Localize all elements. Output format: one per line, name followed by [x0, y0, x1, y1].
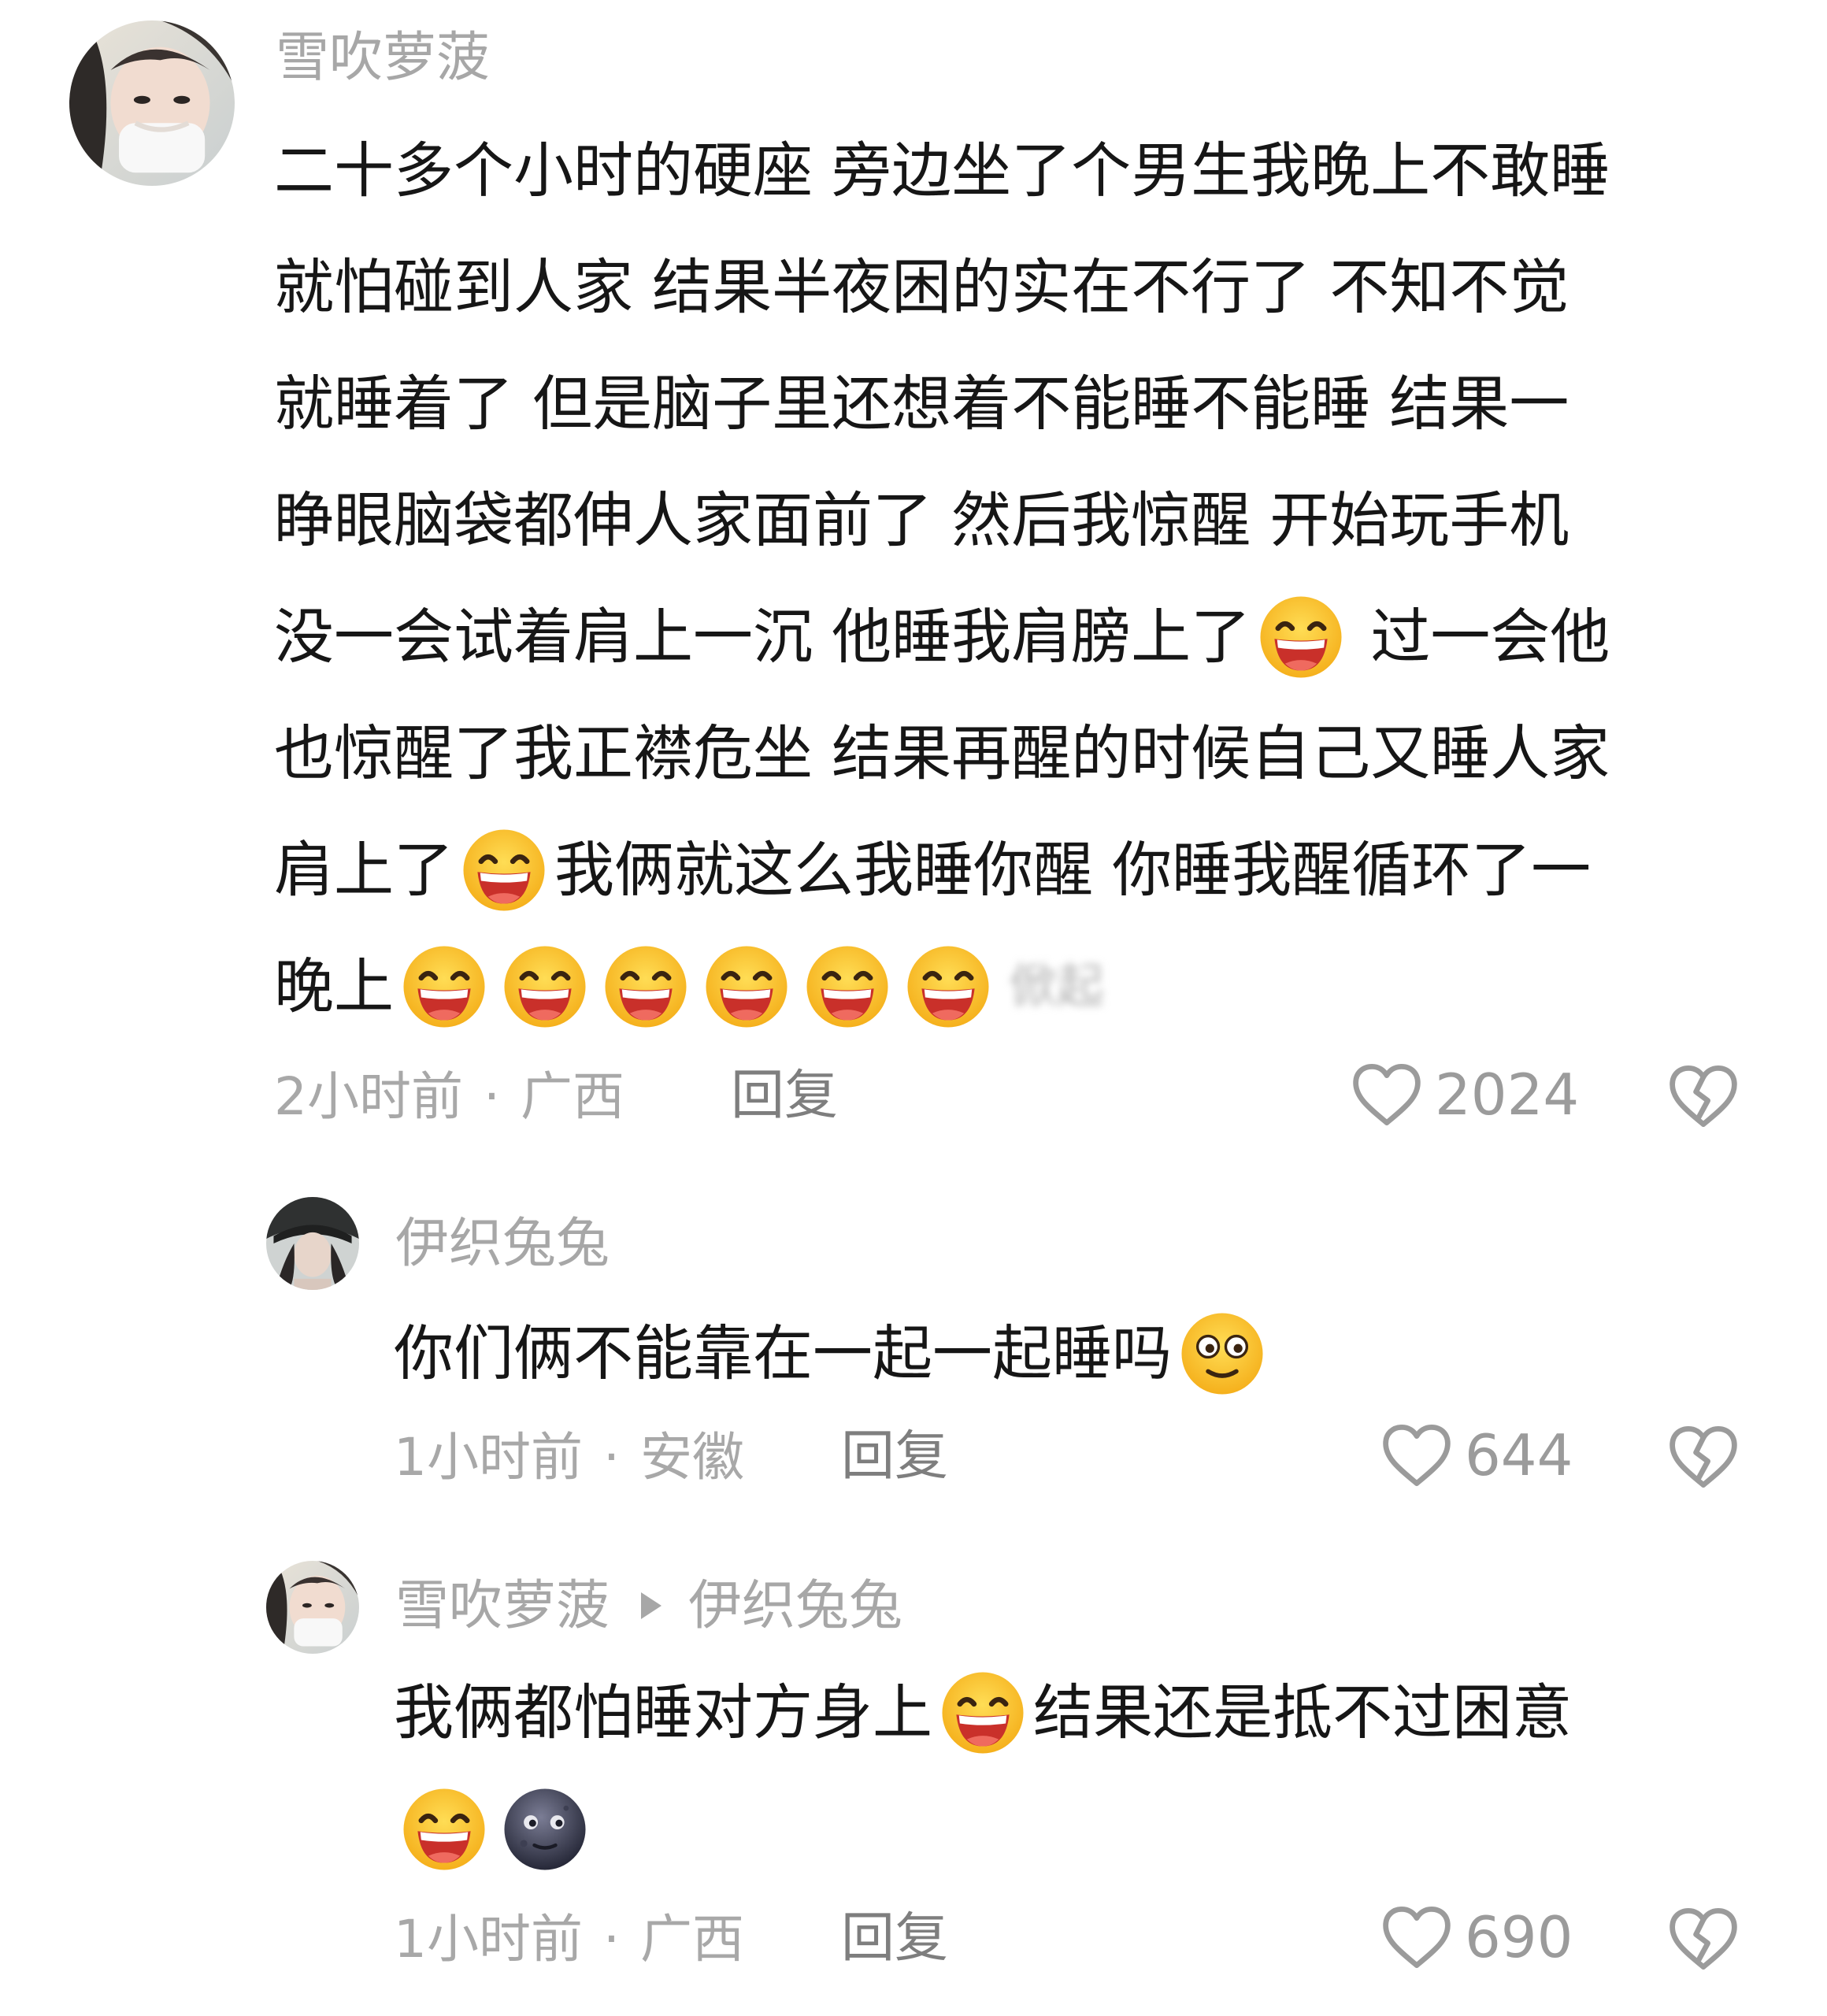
grinning-emoji-icon: [501, 943, 589, 1031]
heart-outline-icon: [1353, 1064, 1421, 1125]
broken-heart-icon: [1670, 1065, 1737, 1127]
grinning-emoji-icon: [803, 943, 891, 1031]
reply-button[interactable]: 回复: [841, 1430, 948, 1484]
reply-button[interactable]: 回复: [731, 1069, 838, 1123]
comment-line: 你们俩不能靠在一起一起睡吗: [394, 1292, 1273, 1408]
comment-text-segment: 我俩就这么我睡你醒 你睡我醒循环了一: [554, 835, 1592, 905]
grinning-emoji-icon: [400, 1785, 488, 1873]
heart-outline-icon: [1383, 1425, 1451, 1486]
broken-heart-icon: [1670, 1908, 1737, 1970]
comment-text-segment: 结果还是抵不过困意: [1033, 1677, 1572, 1747]
grinning-emoji-icon: [400, 943, 488, 1031]
grinning-emoji-icon: [602, 943, 690, 1031]
comment-username[interactable]: 雪吹萝菠: [276, 32, 490, 85]
like-button[interactable]: 2024: [1351, 1062, 1579, 1128]
comment-meta: 1小时前 · 安徽: [394, 1432, 744, 1484]
meta-separator: ·: [603, 1427, 620, 1488]
comment-location: 广西: [520, 1066, 624, 1127]
grinning-emoji-icon: [460, 826, 548, 914]
like-count: 644: [1465, 1422, 1573, 1488]
comment-text-segment: 肩上了: [274, 835, 454, 905]
wondering-emoji-icon: [1178, 1310, 1266, 1398]
like-count: 2024: [1435, 1062, 1580, 1128]
comment-line: 睁眼脑袋都伸人家面前了 然后我惊醒 开始玩手机: [274, 458, 1610, 575]
grinning-emoji-icon: [939, 1669, 1027, 1757]
comment-text: 你们俩不能靠在一起一起睡吗: [394, 1292, 1273, 1408]
avatar[interactable]: [69, 20, 235, 186]
comment-text: 二十多个小时的硬座 旁边坐了个男生我晚上不敢睡 就怕碰到人家 结果半夜困的实在不行…: [274, 109, 1610, 1041]
comment-line: 我俩都怕睡对方身上 结果还是抵不过困意: [394, 1651, 1572, 1767]
avatar[interactable]: [266, 1561, 359, 1654]
comment-line: 也惊醒了我正襟危坐 结果再醒的时候自己又睡人家: [274, 691, 1610, 808]
grinning-emoji-icon: [1257, 593, 1345, 681]
comment-text-segment: 二十多个小时的硬座 旁边坐了个男生我晚上不敢睡: [274, 135, 1610, 206]
comment-location: 安徽: [639, 1427, 744, 1488]
comment-username[interactable]: 伊织兔兔: [395, 1217, 610, 1271]
comment-line: 就睡着了 但是脑子里还想着不能睡不能睡 结果一: [274, 342, 1610, 458]
comment-meta: 2小时前 · 广西: [274, 1071, 624, 1123]
avatar[interactable]: [266, 1197, 359, 1290]
reply-header: 雪吹萝菠 伊织兔兔: [395, 1580, 902, 1633]
comment-text-segment: 晚上: [274, 951, 394, 1021]
grinning-emoji-icon: [904, 943, 992, 1031]
comment-time: 1小时前: [394, 1909, 583, 1970]
comment-line: 二十多个小时的硬座 旁边坐了个男生我晚上不敢睡: [274, 109, 1610, 225]
comment-text-segment: 过一会他: [1351, 602, 1610, 672]
comment-text-segment: 也惊醒了我正襟危坐 结果再醒的时候自己又睡人家: [274, 718, 1610, 788]
comment-line: 就怕碰到人家 结果半夜困的实在不行了 不知不觉: [274, 225, 1610, 342]
dislike-button[interactable]: [1668, 1906, 1739, 1972]
comment-location: 广西: [639, 1909, 744, 1970]
moon-face-emoji-icon: [501, 1785, 589, 1873]
reply-button[interactable]: 回复: [841, 1912, 948, 1966]
meta-separator: ·: [603, 1909, 620, 1970]
comment-time: 2小时前: [274, 1066, 463, 1127]
comment-time: 1小时前: [394, 1427, 583, 1488]
expand-more-link[interactable]: 俽起: [1010, 928, 1104, 1045]
comment-line: [394, 1767, 1572, 1884]
like-button[interactable]: 690: [1381, 1904, 1573, 1970]
meta-separator: ·: [484, 1066, 500, 1127]
comment-text: 我俩都怕睡对方身上 结果还是抵不过困意: [394, 1651, 1572, 1884]
comment-line: 没一会试着肩上一沉 他睡我肩膀上了 过一会他: [274, 575, 1610, 691]
comment-text-segment: 没一会试着肩上一沉 他睡我肩膀上了: [274, 602, 1251, 672]
dislike-button[interactable]: [1668, 1424, 1739, 1490]
grinning-emoji-icon: [702, 943, 791, 1031]
comment-line: 晚上 俽起: [274, 925, 1610, 1041]
broken-heart-icon: [1670, 1426, 1737, 1488]
triangle-right-icon: [641, 1592, 662, 1620]
comment-text-segment: 我俩都怕睡对方身上: [394, 1677, 932, 1747]
like-button[interactable]: 644: [1381, 1422, 1573, 1488]
reply-to-username[interactable]: 伊织兔兔: [688, 1575, 902, 1637]
comment-text-segment: 睁眼脑袋都伸人家面前了 然后我惊醒 开始玩手机: [274, 485, 1569, 555]
comment-line: 肩上了 我俩就这么我睡你醒 你睡我醒循环了一: [274, 808, 1610, 925]
comment-text-segment: 你们俩不能靠在一起一起睡吗: [394, 1318, 1172, 1388]
dislike-button[interactable]: [1668, 1063, 1739, 1129]
like-count: 690: [1465, 1904, 1573, 1970]
comment-meta: 1小时前 · 广西: [394, 1914, 744, 1966]
heart-outline-icon: [1383, 1907, 1451, 1968]
comment-text-segment: 就怕碰到人家 结果半夜困的实在不行了 不知不觉: [274, 252, 1569, 322]
comment-text-segment: 就睡着了 但是脑子里还想着不能睡不能睡 结果一: [274, 369, 1569, 439]
comment-username[interactable]: 雪吹萝菠: [395, 1575, 610, 1637]
